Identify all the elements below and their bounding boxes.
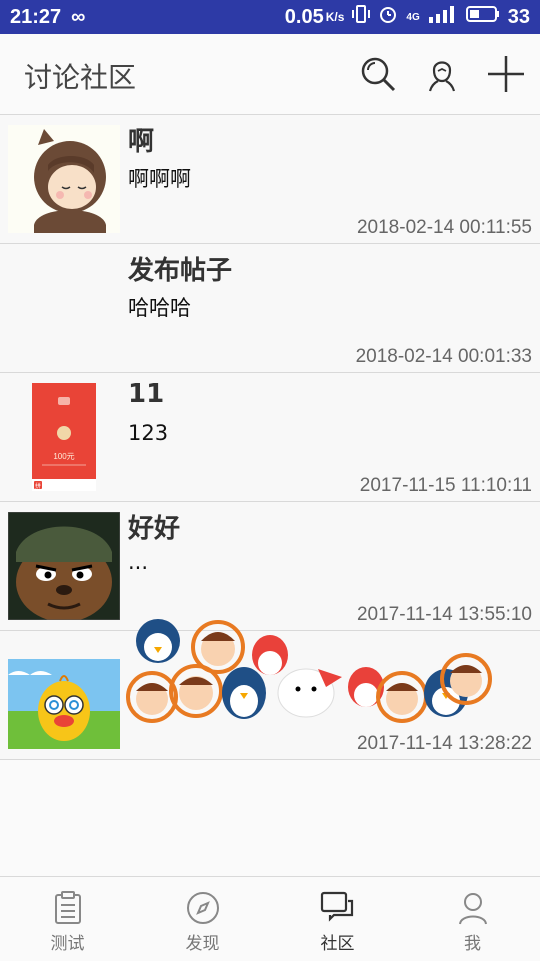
chat-icon [320,891,353,922]
post-title: 发布帖子 [128,256,233,286]
nav-label: 我 [464,934,481,954]
vibrate-icon [352,4,371,30]
compass-icon [186,892,219,924]
face-sticker [126,671,178,723]
battery-level: 33 [507,5,530,28]
nav-item-discover[interactable]: 发现 [135,877,270,961]
speed-unit: K/s [325,10,345,24]
page-title: 讨论社区 [24,61,137,94]
post-body: 哈哈哈 [128,296,191,320]
badge-label: 拼 [35,482,41,490]
battery-icon [465,5,500,29]
network-type: 4G [406,11,420,23]
post-time: 2018-02-14 00:01:33 [355,346,532,367]
add-icon [488,56,524,92]
nav-item-me[interactable]: 我 [405,877,540,961]
post-time: 2018-02-14 00:11:55 [356,217,532,238]
list-item[interactable]: 2017-11-14 13:28:22 [0,619,540,760]
bear-sticker [277,668,342,718]
post-title: 好好 [128,514,181,544]
add-button[interactable] [486,54,526,94]
post-time: 2017-11-15 11:10:11 [359,475,532,496]
nav-item-community[interactable]: 社区 [270,877,405,961]
time-text: 21:27 [10,5,62,28]
post-title: 11 [128,379,165,409]
penguin-sticker [136,619,180,663]
post-body: ... [128,550,149,574]
red-envelope-image: 100元 拼 [8,383,120,491]
cartoon-girl-avatar [8,125,120,233]
bird-sticker [252,635,288,675]
clipboard-icon [54,891,81,924]
search-icon [361,57,396,92]
person-icon [458,893,487,925]
face-sticker [169,664,223,718]
post-body: 123 [128,421,169,445]
bottom-nav: 测试 发现 社区 我 [0,876,540,961]
yellow-duck-image [8,641,120,751]
signal-icon [428,5,458,29]
nav-label: 发现 [185,934,220,954]
status-bar: 21:27 ∞ 0.05 K/s 4G 33 [0,0,540,34]
list-item[interactable]: 啊 啊啊啊 2018-02-14 00:11:55 [0,115,540,244]
infinity-icon: ∞ [71,5,86,28]
post-image [7,511,121,622]
user-icon [428,61,456,92]
face-sticker [376,671,428,723]
app-bar: 讨论社区 [0,34,540,115]
post-image: 100元 拼 [8,383,120,491]
amount-label: 100元 [53,452,74,461]
post-title: 啊 [128,127,155,157]
nav-label: 测试 [50,934,85,954]
post-time: 2017-11-14 13:28:22 [356,733,532,754]
search-button[interactable] [358,54,398,94]
penguin-sticker [222,667,266,719]
alarm-icon [378,4,398,30]
nav-label: 社区 [320,934,355,954]
profile-button[interactable] [422,54,462,94]
list-item[interactable]: 发布帖子 哈哈哈 2018-02-14 00:01:33 [0,244,540,373]
list-item[interactable]: 100元 拼 11 123 2017-11-15 11:10:11 [0,373,540,502]
nav-item-test[interactable]: 测试 [0,877,135,961]
sticker-emoji-row [126,619,492,723]
cartoon-mouse-avatar [7,511,121,622]
post-image [8,125,120,233]
post-image [8,641,120,751]
network-speed: 0.05 [284,5,324,28]
post-body: 啊啊啊 [128,167,191,191]
list-item[interactable]: 好好 ... 2017-11-14 13:55:10 [0,502,540,631]
post-list: 啊 啊啊啊 2018-02-14 00:11:55 发布帖子 哈哈哈 2018-… [0,115,540,760]
